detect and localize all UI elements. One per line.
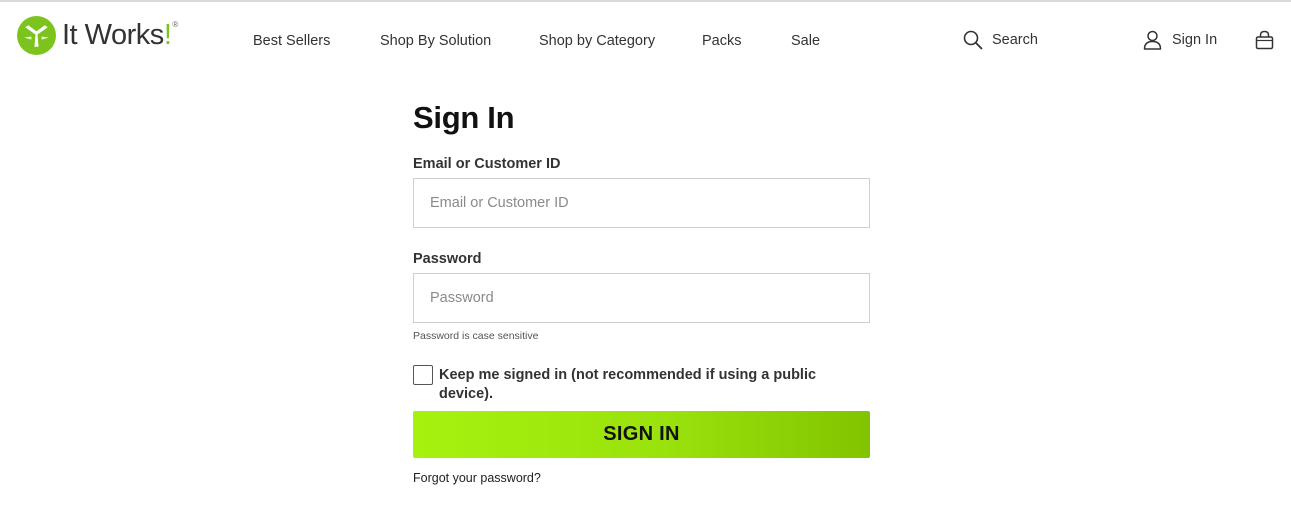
search-label: Search [992,32,1038,48]
brand-wordmark: It Works!® [62,18,178,51]
search-icon [963,30,983,50]
shopping-bag-icon [1255,30,1274,50]
keep-signed-in-label: Keep me signed in (not recommended if us… [439,367,817,402]
site-header: It Works!® Best Sellers Shop By Solution… [0,2,1291,78]
user-icon [1143,30,1162,50]
search-button[interactable]: Search [963,30,1038,50]
nav-packs[interactable]: Packs [702,33,742,49]
nav-best-sellers[interactable]: Best Sellers [253,33,330,49]
email-label: Email or Customer ID [413,156,561,172]
nav-shop-by-category[interactable]: Shop by Category [539,33,655,49]
header-sign-in-link[interactable]: Sign In [1143,30,1217,50]
page-title: Sign In [413,100,515,135]
forgot-password-link[interactable]: Forgot your password? [413,471,541,485]
trademark-symbol: ® [172,19,178,29]
brand-name: It Works [62,18,164,51]
it-works-logo-icon [17,16,56,55]
nav-sale[interactable]: Sale [791,33,820,49]
sign-in-button[interactable]: SIGN IN [413,411,870,458]
password-label: Password [413,251,482,267]
header-sign-in-label: Sign In [1172,32,1218,48]
cart-button[interactable] [1255,30,1274,55]
password-field[interactable] [413,273,870,323]
nav-shop-by-solution[interactable]: Shop By Solution [380,33,491,49]
brand-exclamation: ! [163,18,172,51]
brand-logo[interactable]: It Works!® [16,15,178,56]
email-field[interactable] [413,178,870,228]
password-hint: Password is case sensitive [413,330,539,342]
keep-signed-in-checkbox[interactable] [413,365,433,385]
